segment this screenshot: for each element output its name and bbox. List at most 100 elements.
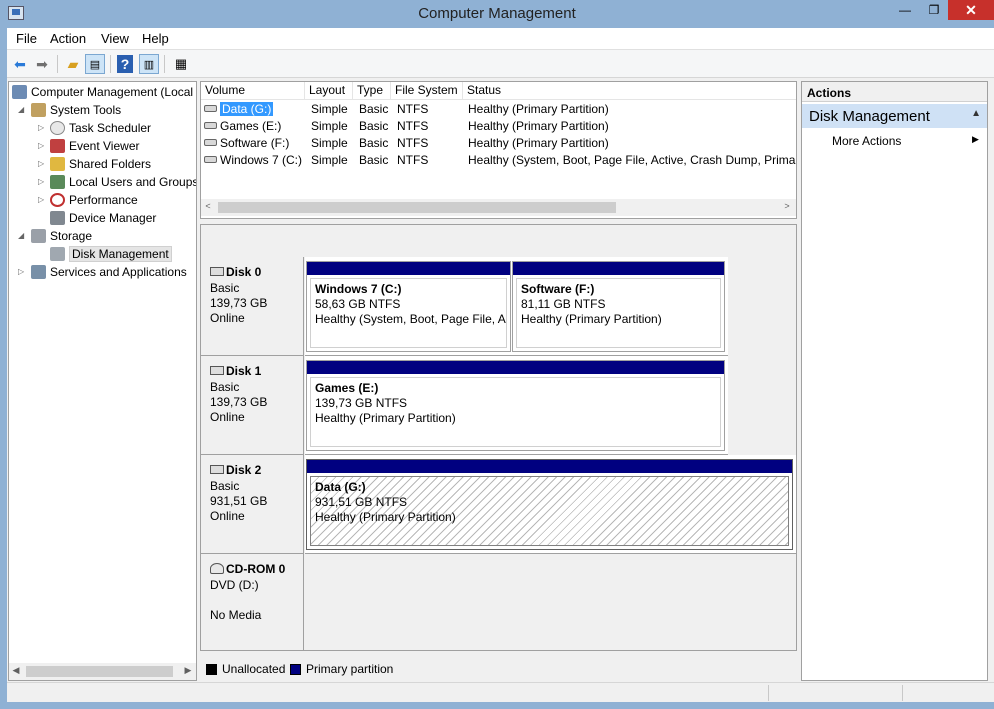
disk-type: Basic bbox=[210, 281, 240, 295]
tree-item-device-manager[interactable]: Device Manager bbox=[50, 209, 156, 227]
tools-icon bbox=[31, 103, 46, 117]
column-header-volume[interactable]: Volume bbox=[201, 82, 305, 100]
close-button[interactable]: ✕ bbox=[948, 0, 994, 20]
tree-item-event-viewer[interactable]: Event Viewer bbox=[50, 137, 139, 155]
partition-legend: Unallocated Primary partition bbox=[200, 657, 797, 681]
device-manager-icon bbox=[50, 211, 65, 225]
status-bar bbox=[7, 682, 994, 702]
disk-state: Online bbox=[210, 509, 245, 523]
tree-item-services-and-applications[interactable]: Services and Applications bbox=[31, 263, 187, 281]
disk-size: 139,73 GB bbox=[210, 395, 268, 409]
performance-icon bbox=[50, 193, 65, 207]
scroll-thumb[interactable] bbox=[26, 666, 173, 677]
toolbar: ⬅ ➡ ▰ ▤ ? ▥ ▦ bbox=[7, 50, 994, 78]
menu-help[interactable]: Help bbox=[142, 31, 169, 46]
menu-file[interactable]: File bbox=[16, 31, 37, 46]
maximize-button[interactable]: ❐ bbox=[920, 0, 948, 20]
volume-fs: NTFS bbox=[397, 153, 429, 167]
volume-list-header: Volume Layout Type File System Status bbox=[201, 82, 796, 100]
expand-arrow-icon[interactable]: ▷ bbox=[18, 263, 28, 281]
table-row[interactable]: Windows 7 (C:) Simple Basic NTFS Healthy… bbox=[201, 152, 796, 169]
partition-size: 139,73 GB NTFS bbox=[315, 396, 408, 410]
volume-status: Healthy (Primary Partition) bbox=[468, 102, 609, 116]
legend-unallocated: Unallocated bbox=[222, 662, 286, 676]
expand-arrow-icon[interactable]: ▷ bbox=[38, 119, 48, 137]
tree-item-shared-folders[interactable]: Shared Folders bbox=[50, 155, 151, 173]
actions-header: Actions bbox=[802, 82, 987, 102]
expand-arrow-icon[interactable]: ▷ bbox=[38, 155, 48, 173]
actions-section-disk-management[interactable]: Disk Management ▲ bbox=[802, 104, 987, 128]
actions-pane: Actions Disk Management ▲ More Actions ▶ bbox=[801, 81, 988, 681]
tree-item-system-tools[interactable]: System Tools bbox=[31, 101, 121, 119]
scroll-thumb[interactable] bbox=[218, 202, 616, 213]
partition-windows-7[interactable]: Windows 7 (C:) 58,63 GB NTFS Healthy (Sy… bbox=[306, 261, 511, 352]
menu-action[interactable]: Action bbox=[50, 31, 86, 46]
disk-icon bbox=[210, 267, 224, 276]
expand-arrow-icon[interactable]: ▷ bbox=[38, 191, 48, 209]
partition-software[interactable]: Software (F:) 81,11 GB NTFS Healthy (Pri… bbox=[512, 261, 725, 352]
back-icon[interactable]: ⬅ bbox=[10, 54, 30, 74]
tree-item-disk-management[interactable]: Disk Management bbox=[50, 245, 172, 263]
collapse-arrow-icon[interactable]: ◢ bbox=[18, 227, 28, 245]
disk-type: Basic bbox=[210, 380, 240, 394]
tree-horizontal-scrollbar[interactable]: ◀ ▶ bbox=[9, 663, 196, 680]
primary-partition-bar bbox=[307, 262, 510, 275]
volume-name: Windows 7 (C:) bbox=[220, 153, 303, 167]
scroll-right-icon[interactable]: > bbox=[781, 201, 793, 211]
legend-swatch-primary bbox=[290, 664, 301, 675]
minimize-button[interactable]: — bbox=[890, 0, 920, 20]
tree-item-local-users-and-groups[interactable]: Local Users and Groups bbox=[50, 173, 196, 191]
tree-item-storage[interactable]: Storage bbox=[31, 227, 92, 245]
show-hide-tree-icon[interactable]: ▤ bbox=[85, 54, 105, 74]
volume-icon bbox=[204, 122, 217, 129]
more-actions-item[interactable]: More Actions bbox=[832, 134, 901, 148]
show-hide-action-pane-icon[interactable]: ▥ bbox=[139, 54, 159, 74]
partition-data[interactable]: Data (G:) 931,51 GB NTFS Healthy (Primar… bbox=[306, 459, 793, 550]
volume-type: Basic bbox=[359, 153, 389, 167]
scroll-left-icon[interactable]: ◀ bbox=[10, 665, 22, 676]
primary-partition-bar bbox=[307, 361, 724, 374]
disk-name: Disk 0 bbox=[226, 265, 262, 279]
partition-games[interactable]: Games (E:) 139,73 GB NTFS Healthy (Prima… bbox=[306, 360, 725, 451]
up-folder-icon[interactable]: ▰ bbox=[63, 54, 83, 74]
column-header-status[interactable]: Status bbox=[463, 82, 796, 100]
disk-1-info[interactable]: Disk 1 Basic 139,73 GB Online bbox=[201, 356, 304, 455]
collapse-arrow-icon[interactable]: ◢ bbox=[18, 101, 28, 119]
disk-0-info[interactable]: Disk 0 Basic 139,73 GB Online bbox=[201, 257, 304, 356]
help-icon[interactable]: ? bbox=[117, 55, 133, 73]
menu-view[interactable]: View bbox=[101, 31, 129, 46]
disk-management-icon bbox=[50, 247, 65, 261]
expand-arrow-icon[interactable]: ▷ bbox=[38, 137, 48, 155]
primary-partition-bar bbox=[513, 262, 724, 275]
table-row[interactable]: Software (F:) Simple Basic NTFS Healthy … bbox=[201, 135, 796, 152]
forward-icon[interactable]: ➡ bbox=[32, 54, 52, 74]
cdrom-0-info[interactable]: CD-ROM 0 DVD (D:) No Media bbox=[201, 554, 304, 650]
window-title: Computer Management bbox=[418, 5, 576, 22]
collapse-caret-icon[interactable]: ▲ bbox=[971, 108, 981, 119]
column-header-layout[interactable]: Layout bbox=[305, 82, 353, 100]
disk-icon bbox=[210, 366, 224, 375]
column-header-type[interactable]: Type bbox=[353, 82, 391, 100]
tree-item-computer-management[interactable]: Computer Management (Local bbox=[12, 83, 193, 101]
volume-horizontal-scrollbar[interactable]: < > bbox=[201, 199, 796, 216]
status-divider bbox=[902, 685, 903, 701]
disk-name: CD-ROM 0 bbox=[226, 562, 286, 576]
volume-type: Basic bbox=[359, 102, 389, 116]
tree-item-task-scheduler[interactable]: Task Scheduler bbox=[50, 119, 151, 137]
disk-size bbox=[210, 593, 303, 608]
submenu-arrow-icon[interactable]: ▶ bbox=[972, 134, 979, 145]
properties-icon[interactable]: ▦ bbox=[171, 54, 191, 74]
toolbar-separator bbox=[110, 55, 111, 73]
table-row[interactable]: Data (G:) Simple Basic NTFS Healthy (Pri… bbox=[201, 101, 796, 118]
partition-status: Healthy (Primary Partition) bbox=[315, 510, 456, 524]
tree-item-performance[interactable]: Performance bbox=[50, 191, 138, 209]
disk-2-info[interactable]: Disk 2 Basic 931,51 GB Online bbox=[201, 455, 304, 554]
expand-arrow-icon[interactable]: ▷ bbox=[38, 173, 48, 191]
column-header-file-system[interactable]: File System bbox=[391, 82, 463, 100]
partition-size: 58,63 GB NTFS bbox=[315, 297, 401, 311]
scroll-right-icon[interactable]: ▶ bbox=[182, 665, 194, 676]
volume-fs: NTFS bbox=[397, 119, 429, 133]
partition-name: Data (G:) bbox=[315, 480, 366, 494]
scroll-left-icon[interactable]: < bbox=[202, 201, 214, 211]
table-row[interactable]: Games (E:) Simple Basic NTFS Healthy (Pr… bbox=[201, 118, 796, 135]
